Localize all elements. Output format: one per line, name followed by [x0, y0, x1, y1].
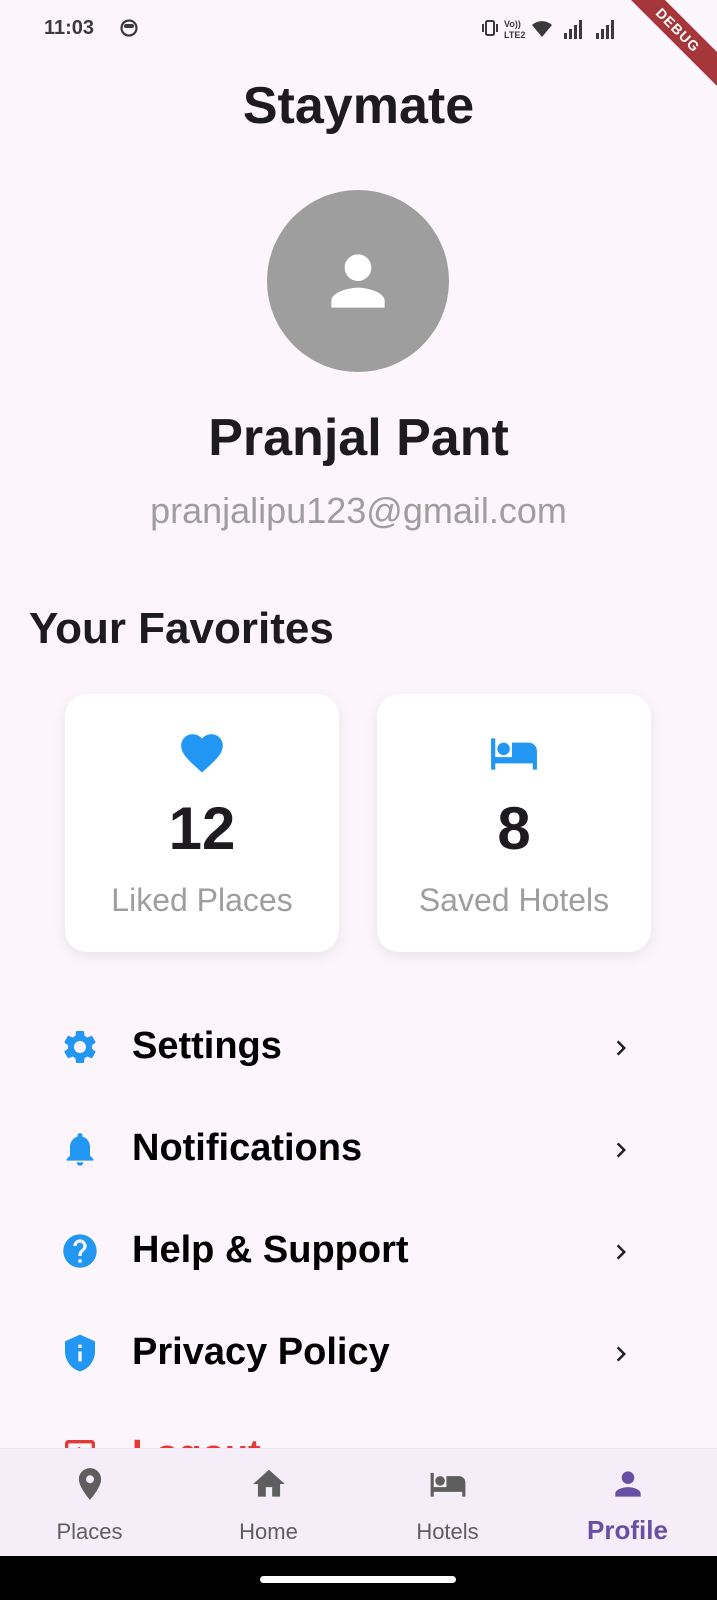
saved-hotels-label: Saved Hotels: [418, 882, 610, 918]
nav-label-profile: Profile: [587, 1515, 668, 1545]
app-title: Staymate: [242, 77, 475, 135]
menu-item-settings[interactable]: Settings: [0, 999, 717, 1095]
home-icon: [250, 1465, 288, 1508]
person-icon: [331, 254, 385, 308]
menu-label-settings: Settings: [132, 1025, 282, 1067]
network-label-bottom: LTE2: [504, 30, 525, 40]
nav-label-home: Home: [239, 1519, 298, 1544]
status-bar: 11:03 Vo)) LTE2: [0, 0, 717, 58]
bed-icon: [429, 1465, 467, 1508]
liked-places-count: 12: [168, 795, 236, 862]
system-navigation-bar: [0, 1556, 717, 1600]
liked-places-card[interactable]: 12 Liked Places: [65, 694, 339, 952]
chevron-right-icon: [606, 1135, 636, 1170]
liked-places-label: Liked Places: [111, 882, 293, 918]
help-icon: [60, 1231, 100, 1276]
saved-hotels-count: 8: [497, 795, 531, 862]
favorites-title: Your Favorites: [29, 604, 334, 653]
chevron-right-icon: [606, 1033, 636, 1068]
menu-label-privacy-policy: Privacy Policy: [132, 1331, 390, 1373]
user-name: Pranjal Pant: [208, 409, 509, 467]
gear-icon: [60, 1027, 100, 1072]
bed-icon: [489, 728, 539, 783]
shield-icon: [60, 1333, 100, 1378]
network-label-top: Vo)): [504, 19, 521, 29]
menu-item-notifications[interactable]: Notifications: [0, 1101, 717, 1197]
bottom-navigation: Places Home Hotels Profile: [0, 1448, 717, 1557]
nav-item-profile[interactable]: Profile: [538, 1449, 717, 1557]
signal-2-icon: [596, 20, 614, 39]
menu-item-privacy-policy[interactable]: Privacy Policy: [0, 1305, 717, 1401]
chevron-right-icon: [606, 1339, 636, 1374]
wifi-icon: [532, 21, 552, 37]
menu-label-help-support: Help & Support: [132, 1229, 409, 1271]
chevron-right-icon: [606, 1237, 636, 1272]
menu-label-notifications: Notifications: [132, 1127, 363, 1169]
status-time: 11:03: [44, 17, 95, 39]
home-gesture-handle[interactable]: [260, 1576, 456, 1583]
menu-item-help-support[interactable]: Help & Support: [0, 1203, 717, 1299]
location-pin-icon: [71, 1465, 109, 1508]
nav-item-hotels[interactable]: Hotels: [358, 1449, 537, 1557]
bell-icon: [60, 1129, 100, 1174]
nav-label-places: Places: [56, 1519, 123, 1544]
avatar[interactable]: [267, 190, 449, 372]
saved-hotels-card[interactable]: 8 Saved Hotels: [377, 694, 651, 952]
status-icons: Vo)) LTE2: [482, 17, 632, 41]
vibrate-icon: [482, 20, 498, 36]
nav-item-home[interactable]: Home: [179, 1449, 358, 1557]
nav-label-hotels: Hotels: [416, 1519, 479, 1544]
heart-icon: [177, 728, 227, 783]
user-email: pranjalipu123@gmail.com: [150, 490, 567, 531]
notification-face-icon: [120, 19, 138, 37]
signal-1-icon: [564, 20, 582, 39]
nav-item-places[interactable]: Places: [0, 1449, 179, 1557]
person-icon: [609, 1465, 647, 1508]
